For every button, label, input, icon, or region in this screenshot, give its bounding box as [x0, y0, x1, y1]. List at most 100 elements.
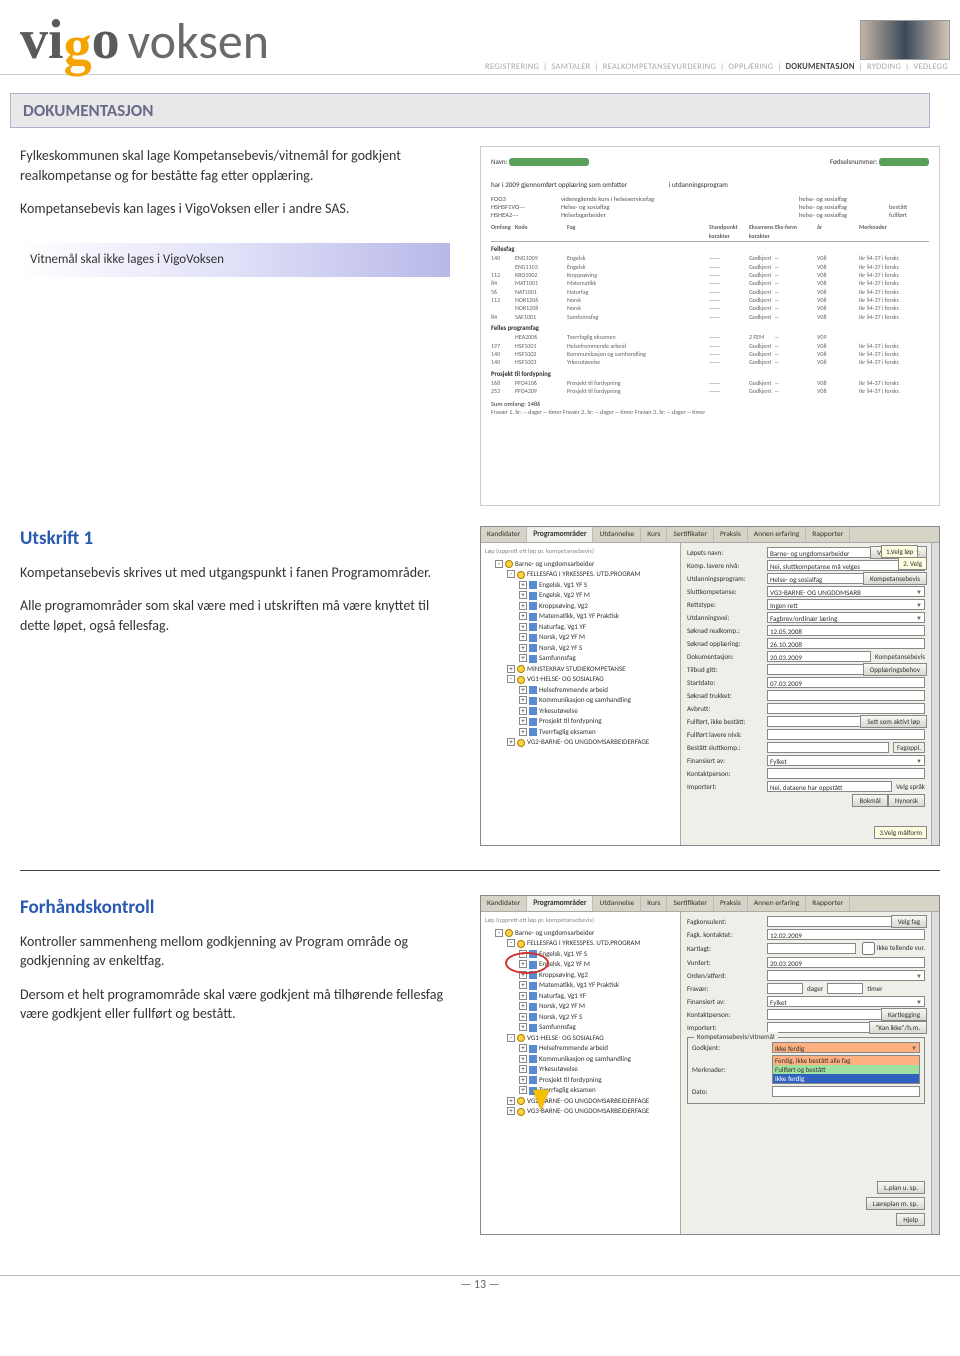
godkjent-select[interactable]: Ikke ferdig	[772, 1042, 920, 1053]
tree-node[interactable]: +Tverrfaglig eksamen	[485, 1085, 676, 1096]
tab[interactable]: Kandidater	[481, 896, 527, 911]
tree-panel[interactable]: Løp (opprett ett løp pr. kompetansebevis…	[481, 912, 681, 1234]
form-input[interactable]	[767, 970, 925, 981]
side-button[interactable]: Hjelp	[896, 1213, 925, 1226]
tab[interactable]: Kurs	[641, 896, 667, 911]
tree-node[interactable]: -Barne- og ungdomsarbeider	[485, 928, 676, 939]
tree-node[interactable]: +Prosjekt til fordypning	[485, 1075, 676, 1086]
merk-opt[interactable]: Fullført og bestått	[773, 1065, 919, 1074]
expand-icon[interactable]: +	[519, 623, 527, 631]
tab[interactable]: Kurs	[641, 527, 667, 542]
form-input[interactable]: Fylket	[767, 755, 925, 766]
expand-icon[interactable]: +	[519, 717, 527, 725]
expand-icon[interactable]: +	[519, 728, 527, 736]
tree-node[interactable]: +Engelsk, Vg2 YF M	[485, 590, 676, 601]
tab[interactable]: Sertifikater	[667, 527, 714, 542]
tree-node[interactable]: +Norsk, Vg2 YF S	[485, 643, 676, 654]
tree-node[interactable]: +VG2-BARNE- OG UNGDOMSARBEIDERFAGE	[485, 1096, 676, 1107]
form-input[interactable]	[767, 664, 871, 675]
tree-node[interactable]: -FELLESFAG I YRKESSPES. UTD.PROGRAM	[485, 569, 676, 580]
expand-icon[interactable]: -	[495, 929, 503, 937]
expand-icon[interactable]: -	[507, 1034, 515, 1042]
form-input[interactable]: Nei, dataene har oppstått	[767, 781, 892, 792]
expand-icon[interactable]: +	[519, 707, 527, 715]
nynorsk-button[interactable]: Nynorsk	[888, 794, 925, 807]
tab[interactable]: Rapporter	[806, 527, 850, 542]
expand-icon[interactable]: +	[519, 612, 527, 620]
form-input[interactable]: 12.05.2008	[767, 625, 925, 636]
side-button[interactable]: Læreplan m. sp.	[866, 1197, 925, 1210]
tree-node[interactable]: +Naturfag, Vg1 YF	[485, 622, 676, 633]
expand-icon[interactable]: -	[495, 560, 503, 568]
tree-node[interactable]: +Engelsk, Vg1 YF S	[485, 580, 676, 591]
tab[interactable]: Programområder	[527, 896, 593, 911]
tree-node[interactable]: +Engelsk, Vg2 YF M	[485, 959, 676, 970]
merk-opt[interactable]: Ikke ferdig	[773, 1074, 919, 1083]
form-input[interactable]: 07.03.2009	[767, 677, 925, 688]
dato-input[interactable]	[772, 1086, 920, 1097]
tree-node[interactable]: +Tverrfaglig eksamen	[485, 727, 676, 738]
tree-node[interactable]: +Samfunnsfag	[485, 1022, 676, 1033]
expand-icon[interactable]: -	[507, 570, 515, 578]
expand-icon[interactable]: +	[519, 581, 527, 589]
tree-node[interactable]: +Yrkesutøvelse	[485, 1064, 676, 1075]
expand-icon[interactable]: +	[519, 696, 527, 704]
tab[interactable]: Utdannelse	[593, 896, 641, 911]
form-input[interactable]: 12.02.2009	[767, 929, 925, 940]
expand-icon[interactable]: +	[519, 1076, 527, 1084]
tab[interactable]: Annen erfaring	[748, 527, 806, 542]
fravaer-timer[interactable]	[827, 983, 863, 994]
expand-icon[interactable]: +	[519, 1086, 527, 1094]
expand-icon[interactable]: +	[507, 738, 515, 746]
form-input[interactable]	[767, 703, 925, 714]
expand-icon[interactable]: -	[507, 939, 515, 947]
form-input[interactable]	[767, 729, 925, 740]
expand-icon[interactable]: +	[519, 644, 527, 652]
tree-node[interactable]: -VG1-HELSE- OG SOSIALFAG	[485, 674, 676, 685]
velg-fag-button[interactable]: Velg fag	[891, 915, 927, 928]
expand-icon[interactable]: +	[519, 981, 527, 989]
fravaer-dager[interactable]	[767, 983, 803, 994]
tree-node[interactable]: +Kroppsøving, Vg2	[485, 970, 676, 981]
expand-icon[interactable]: +	[519, 1065, 527, 1073]
tree-node[interactable]: +Kroppsøving, Vg2	[485, 601, 676, 612]
tab[interactable]: Praksis	[714, 896, 748, 911]
expand-icon[interactable]: +	[519, 686, 527, 694]
tree-node[interactable]: -VG1-HELSE- OG SOSIALFAG	[485, 1033, 676, 1044]
ikke-tellende-checkbox[interactable]	[862, 942, 875, 955]
kompetansebevis-button[interactable]: Kompetansebevis	[863, 572, 927, 585]
expand-icon[interactable]: +	[507, 1097, 515, 1105]
merk-opt[interactable]: Ferdig, ikke bestått alle fag	[773, 1056, 919, 1065]
tree-node[interactable]: +VG2-BARNE- OG UNGDOMSARBEIDERFAGE	[485, 737, 676, 748]
tree-node[interactable]: -FELLESFAG I YRKESSPES. UTD.PROGRAM	[485, 938, 676, 949]
expand-icon[interactable]: +	[519, 1055, 527, 1063]
sett-aktivt-button[interactable]: Sett som aktivt løp	[860, 715, 927, 728]
expand-icon[interactable]: +	[519, 633, 527, 641]
expand-icon[interactable]: +	[519, 992, 527, 1000]
expand-icon[interactable]: +	[519, 1013, 527, 1021]
form-input[interactable]	[767, 943, 856, 954]
tree-node[interactable]: +Matematikk, Vg1 YF Praktisk	[485, 980, 676, 991]
tree-node[interactable]: +Engelsk, Vg1 YF S	[485, 949, 676, 960]
form-input[interactable]: Fylket	[767, 996, 925, 1007]
tree-node[interactable]: +Norsk, Vg2 YF S	[485, 1012, 676, 1023]
expand-icon[interactable]: +	[519, 654, 527, 662]
expand-icon[interactable]: +	[507, 1107, 515, 1115]
tree-panel[interactable]: Løp (opprett ett løp pr. kompetansebevis…	[481, 543, 681, 845]
tree-node[interactable]: +Yrkesutøvelse	[485, 706, 676, 717]
tree-node[interactable]: +Prosjekt til fordypning	[485, 716, 676, 727]
form-input[interactable]: Ingen rett	[767, 599, 925, 610]
bokmal-button[interactable]: Bokmål	[852, 794, 887, 807]
expand-icon[interactable]: +	[519, 1023, 527, 1031]
tab[interactable]: Programområder	[527, 527, 593, 542]
expand-icon[interactable]: +	[519, 960, 527, 968]
tab[interactable]: Praksis	[714, 527, 748, 542]
expand-icon[interactable]: +	[519, 1044, 527, 1052]
kan-ikke-button[interactable]: "Kan ikke"/h.m.	[869, 1021, 927, 1034]
form-input[interactable]	[767, 690, 925, 701]
expand-icon[interactable]: +	[519, 950, 527, 958]
tab[interactable]: Kandidater	[481, 527, 527, 542]
expand-icon[interactable]: +	[519, 591, 527, 599]
expand-icon[interactable]: -	[507, 675, 515, 683]
form-input[interactable]	[767, 742, 889, 753]
